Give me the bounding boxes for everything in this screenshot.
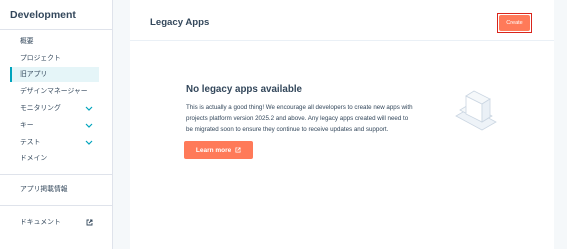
chevron-down-icon	[85, 123, 93, 128]
sidebar-divider	[0, 29, 112, 30]
sidebar-title: Development	[10, 9, 76, 21]
sidebar-item-app-listings[interactable]: アプリ掲載情報	[10, 182, 99, 197]
sidebar-item-label: モニタリング	[20, 105, 61, 112]
learn-more-label: Learn more	[195, 146, 232, 154]
create-button[interactable]: Create	[499, 15, 530, 31]
sidebar-item-monitoring[interactable]: モニタリング	[10, 101, 99, 116]
page-title: Legacy Apps	[150, 17, 210, 28]
external-link-icon	[86, 219, 93, 226]
main-panel: Legacy Apps Create No legacy apps availa…	[130, 0, 554, 249]
sidebar-item-testing[interactable]: テスト	[10, 135, 99, 150]
sidebar-item-domains[interactable]: ドメイン	[10, 151, 99, 166]
sidebar-item-keys[interactable]: キー	[10, 118, 99, 133]
sidebar-item-label: ドキュメント	[20, 219, 61, 226]
sidebar-item-projects[interactable]: プロジェクト	[10, 51, 99, 66]
sidebar-item-legacy-apps[interactable]: 旧アプリ	[10, 67, 99, 82]
empty-state-body-line: projects platform version 2025.2 and abo…	[186, 115, 409, 122]
sidebar-divider	[0, 205, 112, 206]
sidebar-item-documentation[interactable]: ドキュメント	[10, 215, 99, 230]
learn-more-button[interactable]: Learn more	[184, 141, 253, 159]
chevron-down-icon	[85, 106, 93, 111]
sidebar-item-overview[interactable]: 概要	[10, 34, 99, 49]
empty-state-title: No legacy apps available	[186, 84, 302, 95]
sidebar-item-label: キー	[20, 122, 34, 129]
sidebar: Development 概要 プロジェクト 旧アプリ デザインマネージャー モニ…	[0, 0, 113, 249]
chevron-down-icon	[85, 140, 93, 145]
empty-state-body: This is actually a good thing! We encour…	[186, 102, 436, 135]
sidebar-item-label: テスト	[20, 139, 41, 146]
sidebar-divider	[0, 174, 112, 175]
header-divider	[130, 40, 554, 41]
empty-state-body-line: be migrated soon to ensure they continue…	[186, 126, 389, 133]
sidebar-item-design-manager[interactable]: デザインマネージャー	[10, 84, 99, 99]
empty-state-body-line: This is actually a good thing! We encour…	[186, 104, 413, 111]
external-link-icon	[235, 146, 241, 153]
empty-stack-illustration	[455, 90, 497, 131]
